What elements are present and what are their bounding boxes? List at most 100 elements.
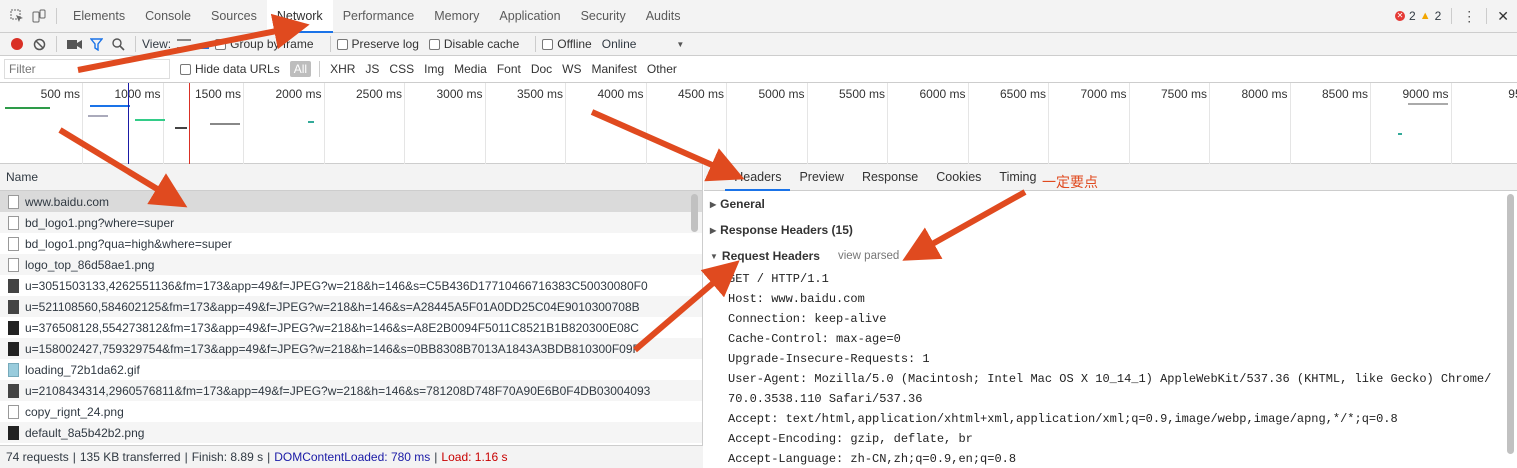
preserve-log-checkbox[interactable]: Preserve log <box>336 37 419 51</box>
hide-data-urls-checkbox[interactable]: Hide data URLs <box>180 62 280 76</box>
filter-icon[interactable] <box>85 33 107 55</box>
separator <box>319 61 321 77</box>
record-icon[interactable] <box>6 33 28 55</box>
panel-tabs: Elements Console Sources Network Performance… <box>63 0 690 33</box>
response-headers-label: Response Headers (15) <box>720 223 853 237</box>
detail-tab-cookies[interactable]: Cookies <box>927 164 990 191</box>
request-name: u=2108434314,2960576811&fm=173&app=49&f=… <box>25 383 651 398</box>
view-parsed-link[interactable]: view parsed <box>838 250 899 262</box>
devtools-tabbar: Elements Console Sources Network Performance… <box>0 0 1517 33</box>
error-icon[interactable]: ✕ <box>1395 11 1405 21</box>
filter-type-all[interactable]: All <box>289 61 312 77</box>
tab-audits[interactable]: Audits <box>636 0 691 33</box>
clear-icon[interactable] <box>28 33 50 55</box>
general-section-header[interactable]: ▶ General <box>704 191 1517 217</box>
request-name: loading_72b1da62.gif <box>25 362 140 377</box>
search-icon[interactable] <box>107 33 129 55</box>
large-rows-icon[interactable] <box>177 39 192 49</box>
status-separator: | <box>434 450 438 464</box>
disable-cache-checkbox[interactable]: Disable cache <box>428 37 519 51</box>
request-name: copy_rignt_24.png <box>25 404 124 419</box>
filter-type-other[interactable]: Other <box>643 61 681 77</box>
group-by-frame-checkbox[interactable]: Group by frame <box>215 37 314 51</box>
filter-type-font[interactable]: Font <box>493 61 525 77</box>
tab-sources[interactable]: Sources <box>201 0 267 33</box>
file-icon <box>8 194 19 209</box>
request-name: u=3051503133,4262551136&fm=173&app=49&f=… <box>25 278 648 293</box>
request-row[interactable]: bd_logo1.png?qua=high&where=super <box>0 233 702 254</box>
throttling-select[interactable]: Online ▼ <box>602 37 685 51</box>
filter-bar: Hide data URLs All XHRJSCSSImgMediaFontDo… <box>0 56 1517 83</box>
request-row[interactable]: u=3051503133,4262551136&fm=173&app=49&f=… <box>0 275 702 296</box>
filter-type-css[interactable]: CSS <box>385 61 418 77</box>
timeline-bar <box>210 123 240 125</box>
tab-memory[interactable]: Memory <box>424 0 489 33</box>
tab-application[interactable]: Application <box>489 0 570 33</box>
timeline-tick-label: 8500 ms <box>1321 87 1368 101</box>
screenshot-capture-icon[interactable] <box>63 33 85 55</box>
timeline-bar <box>5 107 50 109</box>
offline-checkbox[interactable]: Offline <box>542 37 592 51</box>
detail-tab-preview[interactable]: Preview <box>790 164 852 191</box>
request-list-scrollbar[interactable] <box>691 194 698 232</box>
timeline-bar <box>1398 133 1402 135</box>
timeline-tick-label: 7000 ms <box>1080 87 1127 101</box>
checkbox-box[interactable] <box>180 63 191 75</box>
finish-time: Finish: 8.89 s <box>191 450 264 464</box>
request-name: u=521108560,584602125&fm=173&app=49&f=JP… <box>25 299 640 314</box>
header-line: Accept-Encoding: gzip, deflate, br <box>728 432 973 446</box>
timeline-bar <box>90 105 130 107</box>
checkbox-box[interactable] <box>215 38 227 50</box>
detail-tab-response[interactable]: Response <box>853 164 927 191</box>
filter-type-img[interactable]: Img <box>420 61 448 77</box>
timeline-tick-label: 500 ms <box>40 87 80 101</box>
detail-scrollbar[interactable] <box>1507 194 1514 454</box>
timeline-overview[interactable]: 500 ms 1000 ms 1500 ms 2000 ms 2500 ms 3000 m… <box>0 83 1517 164</box>
name-column-header[interactable]: Name <box>0 164 702 191</box>
inspect-element-icon[interactable] <box>6 5 28 27</box>
request-row[interactable]: u=2108434314,2960576811&fm=173&app=49&f=… <box>0 380 702 401</box>
checkbox-box[interactable] <box>542 38 554 50</box>
request-row[interactable]: u=158002427,759329754&fm=173&app=49&f=JP… <box>0 338 702 359</box>
tab-security[interactable]: Security <box>571 0 636 33</box>
request-headers-section-header[interactable]: ▼ Request Headers view parsed <box>704 243 1517 269</box>
request-row[interactable]: default_8a5b42b2.png <box>0 422 702 443</box>
request-row[interactable]: loading_72b1da62.gif <box>0 359 702 380</box>
tab-performance[interactable]: Performance <box>333 0 425 33</box>
detail-tab-timing[interactable]: Timing <box>990 164 1045 191</box>
request-row[interactable]: copy_rignt_24.png <box>0 401 702 422</box>
filter-type-doc[interactable]: Doc <box>527 61 556 77</box>
expand-triangle-icon: ▶ <box>710 225 717 235</box>
request-row[interactable]: logo_top_86d58ae1.png <box>0 254 702 275</box>
response-headers-section-header[interactable]: ▶ Response Headers (15) <box>704 217 1517 243</box>
request-name: logo_top_86d58ae1.png <box>25 257 155 272</box>
filter-type-manifest[interactable]: Manifest <box>588 61 641 77</box>
request-row[interactable]: bd_logo1.png?where=super <box>0 212 702 233</box>
warning-icon[interactable]: ▲ <box>1420 10 1431 22</box>
checkbox-box[interactable] <box>336 38 348 50</box>
more-options-icon[interactable]: ⋮ <box>1462 8 1476 25</box>
tab-elements[interactable]: Elements <box>63 0 135 33</box>
tab-console[interactable]: Console <box>135 0 201 33</box>
filter-type-xhr[interactable]: XHR <box>326 61 359 77</box>
dom-content-loaded-marker <box>128 83 129 164</box>
overview-icon[interactable] <box>195 39 210 49</box>
tab-network[interactable]: Network <box>266 0 333 33</box>
filter-type-media[interactable]: Media <box>450 61 491 77</box>
annotation-label: 一定要点 <box>1042 174 1098 190</box>
device-toolbar-icon[interactable] <box>28 5 50 27</box>
network-status-bar: 74 requests | 135 KB transferred | Finis… <box>0 445 703 468</box>
filter-input[interactable] <box>4 59 170 79</box>
request-row[interactable]: u=521108560,584602125&fm=173&app=49&f=JP… <box>0 296 702 317</box>
close-icon[interactable]: ✕ <box>1497 8 1509 25</box>
request-name: u=376508128,554273812&fm=173&app=49&f=JP… <box>25 320 639 335</box>
header-line: User-Agent: Mozilla/5.0 (Macintosh; Inte… <box>728 372 1492 386</box>
filter-type-js[interactable]: JS <box>361 61 383 77</box>
checkbox-box[interactable] <box>428 38 440 50</box>
detail-tab-headers[interactable]: Headers <box>725 164 791 191</box>
filter-type-ws[interactable]: WS <box>558 61 585 77</box>
request-header-lines: GET / HTTP/1.1 Host: www.baidu.com Connect… <box>704 269 1517 468</box>
request-row[interactable]: www.baidu.com <box>0 191 702 212</box>
close-detail-icon[interactable]: ✕ <box>712 171 721 184</box>
request-row[interactable]: u=376508128,554273812&fm=173&app=49&f=JP… <box>0 317 702 338</box>
